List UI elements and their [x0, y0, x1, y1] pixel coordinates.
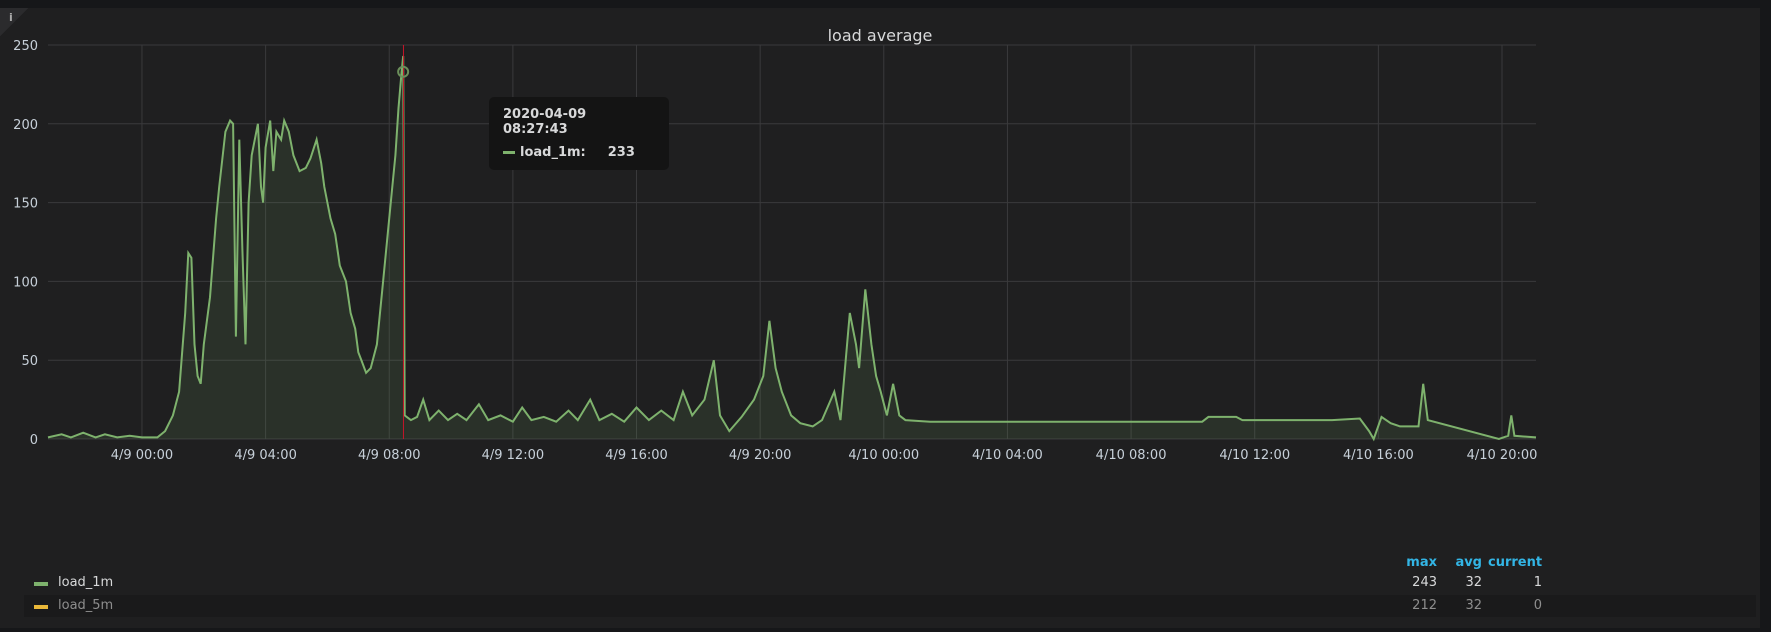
legend-series-name[interactable]: load_5m	[58, 598, 113, 613]
x-tick-label: 4/10 16:00	[1343, 448, 1414, 463]
y-tick-label: 250	[13, 39, 38, 54]
legend-max: 243	[1412, 575, 1437, 590]
x-tick-label: 4/10 20:00	[1467, 448, 1538, 463]
legend-current: 1	[1533, 575, 1542, 590]
x-tick-label: 4/10 00:00	[848, 448, 919, 463]
tooltip-value: 233	[607, 145, 635, 160]
x-tick-label: 4/10 12:00	[1219, 448, 1290, 463]
tooltip-time: 2020-04-09 08:27:43	[503, 107, 587, 137]
tooltip-series: load_1m:	[520, 145, 586, 160]
legend-row-load-1m[interactable]: load_1m 243 32 1	[24, 572, 1756, 594]
legend-header-current[interactable]: current	[1488, 555, 1542, 570]
legend-header-avg[interactable]: avg	[1450, 555, 1482, 570]
y-tick-label: 50	[21, 354, 38, 369]
x-tick-label: 4/10 04:00	[972, 448, 1043, 463]
series-swatch	[503, 151, 515, 154]
legend-swatch[interactable]	[34, 582, 48, 586]
series-area-load_1m	[48, 56, 1536, 439]
x-tick-label: 4/10 08:00	[1096, 448, 1167, 463]
y-tick-label: 0	[30, 433, 38, 448]
legend-header-max[interactable]: max	[1400, 555, 1437, 570]
x-tick-label: 4/9 08:00	[358, 448, 421, 463]
legend-avg: 32	[1465, 575, 1482, 590]
tooltip: 2020-04-09 08:27:43 load_1m: 233	[489, 97, 669, 170]
legend-max: 212	[1412, 598, 1437, 613]
y-tick-label: 150	[13, 197, 38, 212]
x-tick-label: 4/9 00:00	[111, 448, 174, 463]
graph-panel: i load average 0 50 100 150 200 250 4/9 00:00 4…	[0, 0, 1771, 632]
legend-swatch[interactable]	[34, 605, 48, 609]
chart-plot[interactable]: 0 50 100 150 200 250 4/9 00:00 4/9 04:00 4/9 08:…	[0, 0, 1771, 500]
x-tick-label: 4/9 16:00	[605, 448, 668, 463]
y-tick-label: 200	[13, 118, 38, 133]
legend-series-name[interactable]: load_1m	[58, 575, 113, 590]
legend-current: 0	[1533, 598, 1542, 613]
x-tick-label: 4/9 04:00	[234, 448, 297, 463]
legend-row-load-5m[interactable]: load_5m 212 32 0	[24, 595, 1756, 617]
x-tick-label: 4/9 12:00	[482, 448, 545, 463]
legend-avg: 32	[1465, 598, 1482, 613]
y-tick-label: 100	[13, 275, 38, 290]
x-tick-label: 4/9 20:00	[729, 448, 792, 463]
